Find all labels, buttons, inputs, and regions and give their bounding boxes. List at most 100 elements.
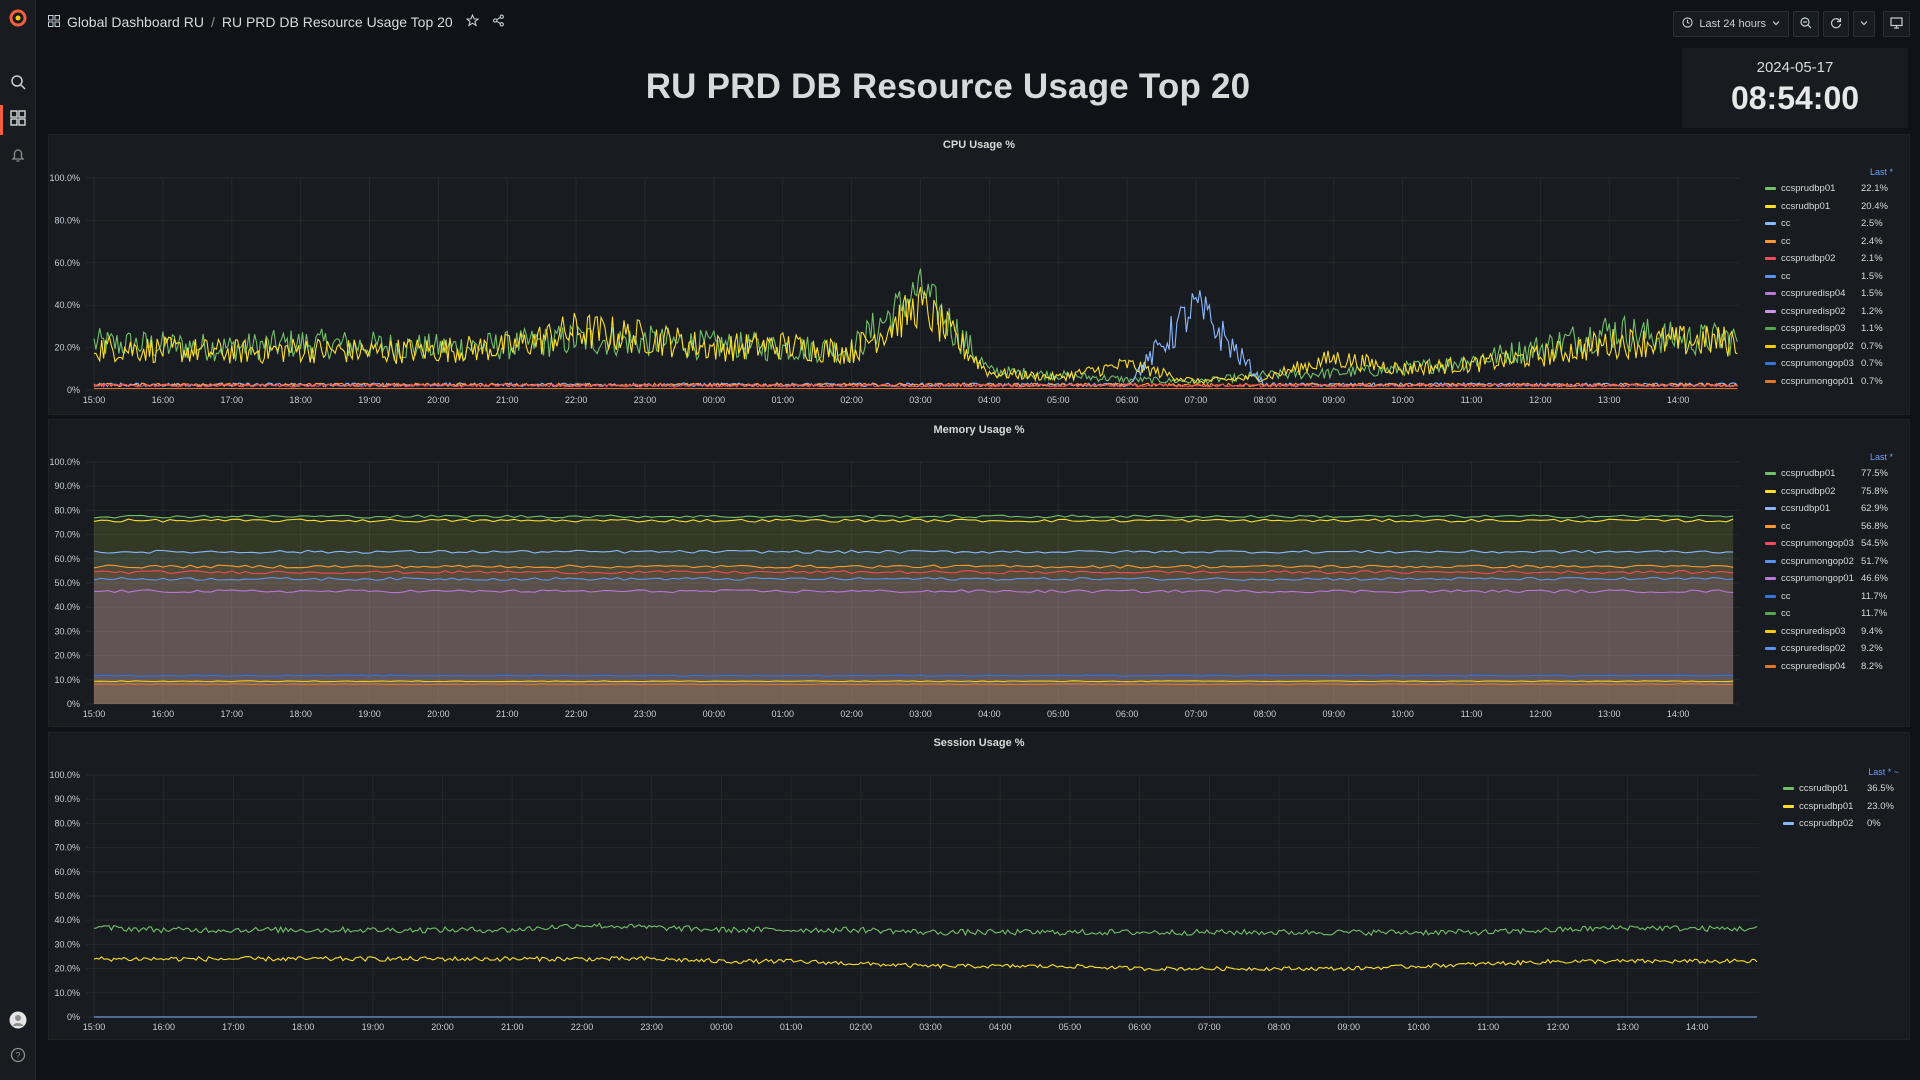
legend-series-value: 22.1%: [1861, 183, 1888, 195]
legend-series-name: cc: [1781, 235, 1791, 247]
y-tick-label: 80.0%: [54, 215, 80, 225]
legend-item[interactable]: cc 2.4%: [1765, 233, 1893, 251]
legend-item[interactable]: ccsprumongop01 0.7%: [1765, 373, 1893, 391]
share-icon[interactable]: [492, 14, 505, 30]
session-legend: Last * ~ ccsrudbp01 36.5% ccsprudbp01 23.0%…: [1783, 764, 1899, 833]
cpu-usage-chart[interactable]: 100.0% 80.0% 60.0% 40.0% 20.0% 0%15:00 16:00 17…: [49, 135, 1909, 414]
x-tick-label: 04:00: [978, 395, 1001, 405]
legend-series-value: 54.5%: [1861, 538, 1888, 550]
grafana-logo-icon[interactable]: [8, 8, 28, 28]
legend-color-swatch: [1765, 472, 1776, 476]
search-icon[interactable]: [8, 72, 28, 92]
legend-item[interactable]: ccspruredisp03 9.4%: [1765, 623, 1893, 641]
legend-color-swatch: [1765, 664, 1776, 668]
legend-color-swatch: [1765, 274, 1776, 278]
session-usage-panel[interactable]: 100.0% 90.0% 80.0% 70.0% 60.0% 50.0% 40.0% 30.0…: [48, 732, 1910, 1040]
bell-icon[interactable]: [8, 145, 28, 165]
x-tick-label: 21:00: [496, 709, 519, 719]
refresh-interval-dropdown[interactable]: [1853, 11, 1875, 37]
legend-item[interactable]: cc 11.7%: [1765, 588, 1893, 606]
avatar[interactable]: [8, 1010, 28, 1030]
legend-item[interactable]: ccsprumongop02 0.7%: [1765, 338, 1893, 356]
memory-usage-chart[interactable]: 100.0% 90.0% 80.0% 70.0% 60.0% 50.0% 40.0% 30.0…: [49, 420, 1909, 726]
legend-series-name: ccsprudbp01: [1781, 183, 1836, 195]
legend-color-swatch: [1765, 344, 1776, 348]
breadcrumb-folder[interactable]: Global Dashboard RU: [67, 14, 204, 30]
legend-item[interactable]: cc 11.7%: [1765, 605, 1893, 623]
legend-item[interactable]: ccspruredisp02 1.2%: [1765, 303, 1893, 321]
legend-color-swatch: [1765, 379, 1776, 383]
legend-color-swatch: [1783, 822, 1794, 826]
y-tick-label: 30.0%: [54, 626, 80, 636]
legend-color-swatch: [1765, 309, 1776, 313]
legend-item[interactable]: ccsprudbp02 75.8%: [1765, 483, 1893, 501]
monitor-icon: [1890, 16, 1903, 32]
legend-color-swatch: [1783, 787, 1794, 791]
legend-item[interactable]: ccsprudbp02 0%: [1783, 815, 1899, 833]
legend-item[interactable]: ccsrudbp01 20.4%: [1765, 198, 1893, 216]
session-usage-chart[interactable]: 100.0% 90.0% 80.0% 70.0% 60.0% 50.0% 40.0% 30.0…: [49, 733, 1909, 1039]
x-tick-label: 18:00: [289, 709, 312, 719]
x-tick-label: 15:00: [83, 395, 106, 405]
legend-item[interactable]: ccsprudbp01 22.1%: [1765, 180, 1893, 198]
y-tick-label: 10.0%: [54, 988, 80, 998]
legend-item[interactable]: ccsprumongop02 51.7%: [1765, 553, 1893, 571]
legend-item[interactable]: ccsprumongop03 0.7%: [1765, 355, 1893, 373]
legend-item[interactable]: ccsprumongop03 54.5%: [1765, 535, 1893, 553]
legend-item[interactable]: cc 56.8%: [1765, 518, 1893, 536]
legend-color-swatch: [1765, 292, 1776, 296]
memory-usage-panel[interactable]: 100.0% 90.0% 80.0% 70.0% 60.0% 50.0% 40.0% 30.0…: [48, 419, 1910, 727]
title-panel: RU PRD DB Resource Usage Top 20: [48, 48, 1848, 126]
legend-series-name: ccsprumongop02: [1781, 555, 1854, 567]
x-tick-label: 02:00: [840, 395, 863, 405]
legend-sort-header[interactable]: Last *: [1765, 449, 1893, 465]
legend-series-name: cc: [1781, 608, 1791, 620]
time-range-picker[interactable]: Last 24 hours: [1673, 11, 1789, 37]
legend-series-value: 62.9%: [1861, 503, 1888, 515]
legend-sort-header[interactable]: Last *: [1765, 164, 1893, 180]
legend-item[interactable]: ccsrudbp01 62.9%: [1765, 500, 1893, 518]
breadcrumb-dashboard[interactable]: RU PRD DB Resource Usage Top 20: [222, 14, 453, 30]
zoom-out-button[interactable]: [1793, 11, 1819, 37]
legend-item[interactable]: ccspruredisp02 9.2%: [1765, 640, 1893, 658]
legend-item[interactable]: ccspruredisp04 1.5%: [1765, 285, 1893, 303]
x-tick-label: 11:00: [1461, 395, 1483, 405]
legend-item[interactable]: ccsprudbp01 23.0%: [1783, 798, 1899, 816]
x-tick-label: 03:00: [919, 1022, 942, 1032]
refresh-button[interactable]: [1823, 11, 1849, 37]
legend-series-value: 11.7%: [1861, 608, 1888, 620]
memory-legend: Last * ccsprudbp01 77.5% ccsprudbp02 75.8% c…: [1765, 449, 1893, 675]
x-tick-label: 15:00: [83, 709, 106, 719]
legend-item[interactable]: cc 1.5%: [1765, 268, 1893, 286]
clock-date: 2024-05-17: [1756, 59, 1834, 76]
legend-series-value: 56.8%: [1861, 520, 1888, 532]
help-icon[interactable]: ?: [8, 1045, 28, 1065]
legend-series-value: 2.4%: [1861, 235, 1883, 247]
legend-item[interactable]: ccsprumongop01 46.6%: [1765, 570, 1893, 588]
legend-item[interactable]: cc 2.5%: [1765, 215, 1893, 233]
dashboards-icon[interactable]: [8, 108, 28, 128]
cpu-usage-panel[interactable]: 100.0% 80.0% 60.0% 40.0% 20.0% 0% 15:00 16:00 17…: [48, 134, 1910, 415]
x-tick-label: 02:00: [850, 1022, 873, 1032]
legend-item[interactable]: ccsrudbp01 36.5%: [1783, 780, 1899, 798]
x-tick-label: 00:00: [703, 709, 726, 719]
x-tick-label: 16:00: [152, 1022, 175, 1032]
legend-sort-header[interactable]: Last * ~: [1783, 764, 1899, 780]
legend-item[interactable]: ccspruredisp04 8.2%: [1765, 658, 1893, 676]
legend-item[interactable]: ccsprudbp02 2.1%: [1765, 250, 1893, 268]
x-tick-label: 07:00: [1185, 709, 1208, 719]
tv-mode-button[interactable]: [1883, 11, 1910, 37]
legend-color-swatch: [1765, 542, 1776, 546]
x-tick-label: 14:00: [1667, 709, 1690, 719]
legend-item[interactable]: ccspruredisp03 1.1%: [1765, 320, 1893, 338]
legend-series-value: 2.5%: [1861, 218, 1883, 230]
legend-series-name: ccsprudbp02: [1799, 818, 1854, 830]
x-tick-label: 14:00: [1667, 395, 1690, 405]
x-tick-label: 21:00: [496, 395, 519, 405]
clock-panel: 2024-05-17 08:54:00: [1682, 48, 1908, 128]
legend-series-name: ccsprumongop01: [1781, 375, 1854, 387]
x-tick-label: 07:00: [1198, 1022, 1221, 1032]
legend-item[interactable]: ccsprudbp01 77.5%: [1765, 465, 1893, 483]
star-icon[interactable]: [465, 13, 480, 30]
legend-series-name: ccsrudbp01: [1781, 200, 1831, 212]
